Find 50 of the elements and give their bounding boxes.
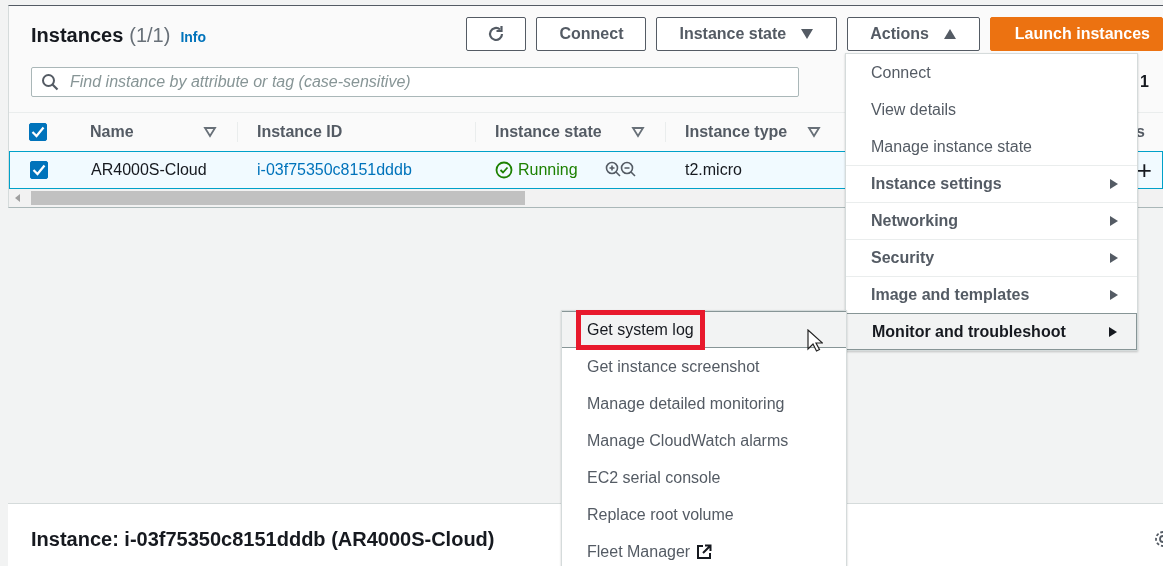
connect-button[interactable]: Connect <box>536 17 647 51</box>
search-icon <box>41 73 59 91</box>
external-link-icon <box>696 543 713 560</box>
sort-icon[interactable] <box>203 126 217 138</box>
dropdown-button[interactable]: Actions <box>847 17 980 51</box>
instance-id-link[interactable]: i-03f75350c8151dddb <box>257 161 412 179</box>
caret-up-icon <box>942 28 957 40</box>
column-header[interactable]: Instance ID <box>257 123 343 141</box>
menu-item[interactable]: Get system log <box>562 311 846 348</box>
search-field[interactable]: Find instance by attribute or tag (case-sensitive) <box>31 67 799 97</box>
menu-item[interactable]: Replace root volume <box>562 496 846 533</box>
menu-item[interactable]: Manage CloudWatch alarms <box>562 422 846 459</box>
column-header[interactable]: Instance state <box>495 123 602 141</box>
menu-item[interactable]: Get instance screenshot <box>562 348 846 385</box>
caret-right-icon <box>1108 325 1118 338</box>
scrollbar-thumb[interactable] <box>31 191 525 205</box>
page-number[interactable]: 1 <box>1140 73 1149 91</box>
submenu-item[interactable]: Networking <box>846 202 1137 239</box>
cursor-icon <box>807 329 823 353</box>
menu-item[interactable]: Connect <box>846 54 1137 91</box>
column-header[interactable]: Instance type <box>685 123 788 141</box>
refresh-button[interactable] <box>466 17 527 51</box>
add-icon[interactable]: + <box>1136 157 1152 183</box>
status-text: Running <box>518 161 578 179</box>
dropdown-button[interactable]: Instance state <box>656 17 838 51</box>
menu-item[interactable]: EC2 serial console <box>562 459 846 496</box>
details-title: Instance: i-03f75350c8151dddb (AR4000S-Cloud) <box>31 527 495 551</box>
submenu-item[interactable]: Security <box>846 239 1137 276</box>
zoom-icon[interactable] <box>604 161 637 179</box>
check-circle-icon <box>495 161 513 179</box>
menu-item[interactable]: View details <box>846 91 1137 128</box>
menu-item[interactable]: Manage detailed monitoring <box>562 385 846 422</box>
sort-icon[interactable] <box>631 126 645 138</box>
caret-down-icon <box>800 28 815 40</box>
instance-count: (1/1) <box>129 23 171 47</box>
caret-right-icon <box>1109 252 1119 264</box>
table-cell: AR4000S-Cloud <box>91 161 207 179</box>
caret-right-icon <box>1109 289 1119 301</box>
menu-item[interactable]: Fleet Manager <box>562 533 846 566</box>
select-all-checkbox[interactable] <box>29 123 47 141</box>
caret-right-icon <box>1109 215 1119 227</box>
submenu-item[interactable]: Instance settings <box>846 165 1137 202</box>
row-checkbox[interactable] <box>30 161 48 179</box>
submenu-item[interactable]: Monitor and troubleshoot <box>846 313 1137 350</box>
info-link[interactable]: Info <box>180 28 207 45</box>
sort-icon[interactable] <box>807 126 821 138</box>
panel-title: Instances <box>31 23 124 47</box>
caret-right-icon <box>1109 178 1119 190</box>
table-cell: t2.micro <box>685 161 742 179</box>
column-header[interactable]: Name <box>90 123 134 141</box>
